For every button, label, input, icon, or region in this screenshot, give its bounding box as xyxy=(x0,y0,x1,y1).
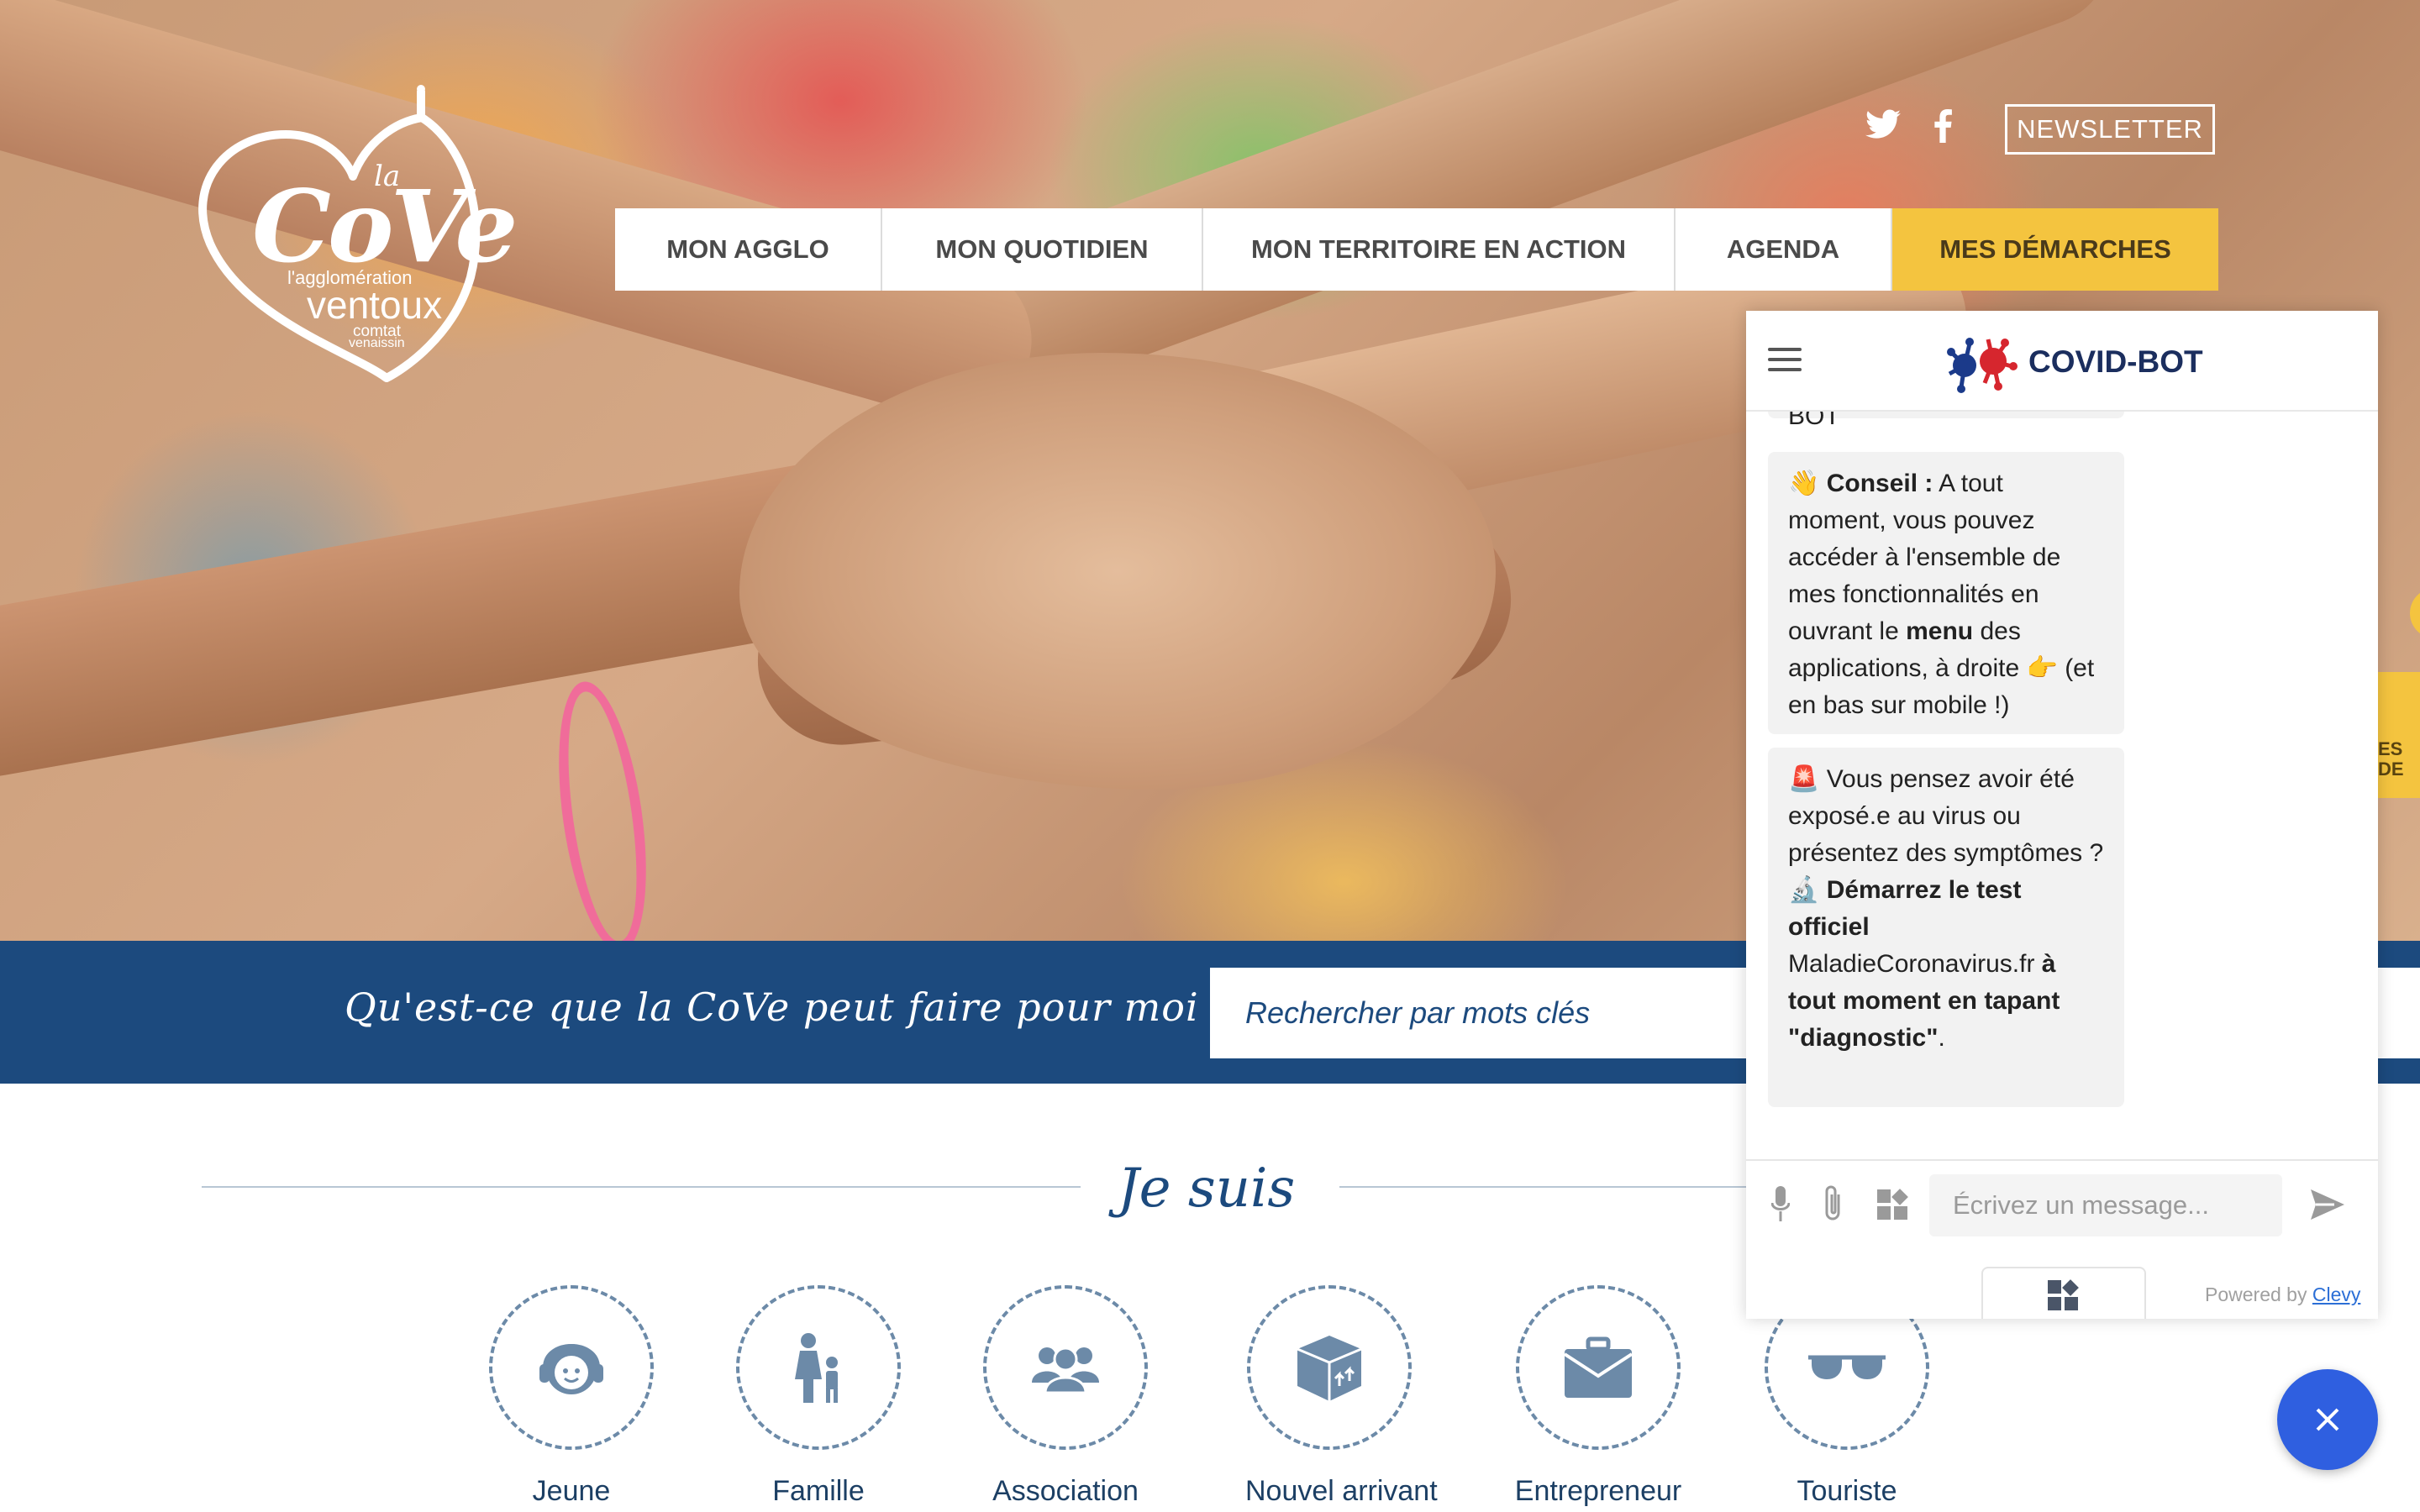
category-circle[interactable] xyxy=(1247,1285,1412,1450)
covid-bot-logo-icon xyxy=(1947,338,2018,393)
category-label: Famille xyxy=(772,1475,865,1507)
clevy-link[interactable]: Clevy xyxy=(2312,1284,2361,1305)
briefcase-icon xyxy=(1563,1336,1634,1398)
msg-link-text[interactable]: MaladieCoronavirus.fr xyxy=(1788,950,2042,978)
chat-message: 🚨 Vous pensez avoir été exposé.e au viru… xyxy=(1768,748,2124,1107)
msg-bold: menu xyxy=(1906,617,1974,645)
msg-text: Vous pensez avoir été exposé.e au virus … xyxy=(1788,765,2104,867)
sunglasses-icon xyxy=(1808,1355,1886,1379)
microphone-icon[interactable] xyxy=(1771,1184,1790,1225)
category-nouvel-arrivant[interactable]: Nouvel arrivant xyxy=(1245,1285,1438,1508)
twitter-icon[interactable] xyxy=(1865,109,1901,145)
logo-line4: venaissin xyxy=(349,336,405,350)
group-icon xyxy=(1032,1347,1099,1394)
category-jeune[interactable]: Jeune xyxy=(487,1285,655,1508)
chat-close-button[interactable] xyxy=(2277,1369,2378,1470)
child-face-icon xyxy=(539,1344,603,1394)
chat-divider xyxy=(1746,1159,2378,1161)
moving-box-icon xyxy=(1297,1336,1362,1401)
nav-item-agenda[interactable]: AGENDA xyxy=(1676,208,1892,291)
powered-by: Powered by Clevy xyxy=(2205,1284,2360,1306)
side-tab-text: ES DE xyxy=(2378,739,2404,780)
powered-by-text: Powered by xyxy=(2205,1284,2307,1305)
wave-emoji: 👋 xyxy=(1788,470,1820,497)
hero-bracelet xyxy=(544,676,661,941)
category-label: Entrepreneur xyxy=(1514,1475,1682,1507)
chat-message-input[interactable] xyxy=(1929,1174,2282,1236)
apps-grid-icon xyxy=(2048,1279,2079,1310)
nav-item-mon-territoire[interactable]: MON TERRITOIRE EN ACTION xyxy=(1203,208,1676,291)
logo-line2: ventoux xyxy=(307,283,443,327)
close-icon xyxy=(2316,1408,2339,1431)
hamburger-menu-icon[interactable] xyxy=(1768,348,1802,378)
category-circle[interactable] xyxy=(489,1285,654,1450)
chat-message: 👋 Conseil : A tout moment, vous pouvez a… xyxy=(1768,452,2124,734)
side-tab-line1: ES xyxy=(2378,738,2403,759)
search-question: Qu'est-ce que la CoVe peut faire pour mo… xyxy=(345,984,1234,1030)
microscope-emoji: 🔬 xyxy=(1788,876,1820,904)
section-title-je-suis: Je suis xyxy=(1118,1158,1296,1220)
main-nav: MON AGGLO MON QUOTIDIEN MON TERRITOIRE E… xyxy=(615,208,2218,291)
msg-text: . xyxy=(1938,1024,1945,1052)
category-famille[interactable]: Famille xyxy=(734,1285,902,1508)
chat-header: COVID-BOT xyxy=(1746,311,2378,412)
siren-emoji: 🚨 xyxy=(1788,765,1820,793)
apps-tab-button[interactable] xyxy=(1981,1267,2146,1319)
divider-left xyxy=(202,1186,1081,1188)
site-logo[interactable]: la CoVe l'agglomération ventoux comtat v… xyxy=(193,84,518,386)
apps-grid-icon[interactable] xyxy=(1876,1188,1911,1223)
category-label: Association xyxy=(992,1475,1139,1507)
divider-right xyxy=(1339,1186,1776,1188)
family-icon xyxy=(795,1333,838,1403)
msg-bold: Conseil : xyxy=(1826,470,1933,497)
category-entrepreneur[interactable]: Entrepreneur xyxy=(1514,1285,1682,1508)
category-label: Touriste xyxy=(1797,1475,1897,1507)
msg-bold: Démarrez le test officiel xyxy=(1788,876,2022,941)
hero-stacked-hands xyxy=(739,353,1496,790)
category-circle[interactable] xyxy=(1516,1285,1681,1450)
nav-item-mes-demarches[interactable]: MES DÉMARCHES xyxy=(1892,208,2218,291)
side-tab-line2: DE xyxy=(2378,759,2404,780)
nav-item-mon-quotidien[interactable]: MON QUOTIDIEN xyxy=(882,208,1203,291)
category-association[interactable]: Association xyxy=(981,1285,1150,1508)
category-label: Nouvel arrivant xyxy=(1245,1475,1438,1507)
newsletter-button[interactable]: NEWSLETTER xyxy=(2005,104,2215,155)
category-circle[interactable] xyxy=(736,1285,901,1450)
send-icon[interactable] xyxy=(2309,1188,2346,1221)
chatbot-panel: BOT 👋 Conseil : A tout moment, vous pouv… xyxy=(1746,311,2378,1319)
facebook-icon[interactable] xyxy=(1933,109,1953,149)
nav-item-mon-agglo[interactable]: MON AGGLO xyxy=(615,208,882,291)
category-circle[interactable] xyxy=(983,1285,1148,1450)
chat-title: COVID-BOT xyxy=(2028,344,2203,379)
paperclip-icon[interactable] xyxy=(1820,1184,1845,1225)
category-label: Jeune xyxy=(532,1475,611,1507)
